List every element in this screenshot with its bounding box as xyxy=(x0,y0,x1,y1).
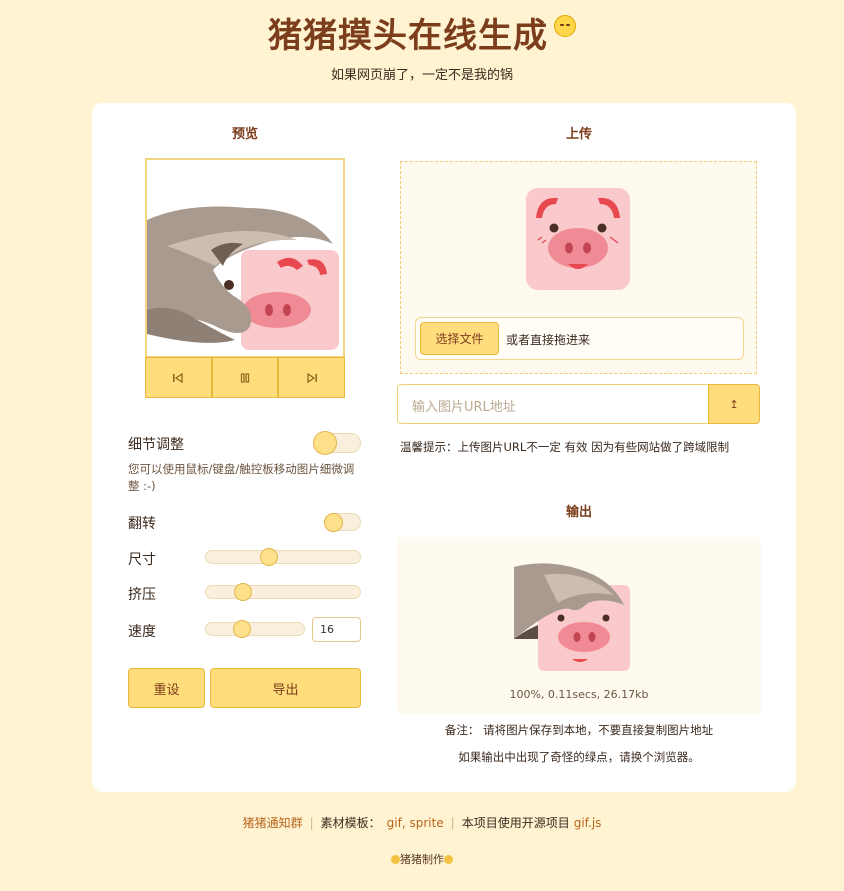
preview-title: 预览 xyxy=(231,127,258,142)
credit-text: 猪猪制作 xyxy=(400,853,444,866)
detail-adjust-hint: 您可以使用鼠标/键盘/触控板移动图片细微调整 :-) xyxy=(128,462,355,493)
footer-credit: 猪猪制作 xyxy=(0,851,844,867)
playback-controls xyxy=(145,357,346,398)
opensource-label: 本项目使用开源项目 xyxy=(461,816,570,830)
upload-icon: ↥ xyxy=(729,397,739,411)
url-upload-button[interactable]: ↥ xyxy=(708,384,760,424)
slider-knob xyxy=(260,548,279,566)
template-links[interactable]: gif, sprite xyxy=(387,816,444,830)
gifjs-link[interactable]: gif.js xyxy=(574,816,602,830)
pig-preview-image xyxy=(147,206,339,350)
size-label: 尺寸 xyxy=(128,552,156,568)
detail-adjust-toggle[interactable] xyxy=(313,431,361,455)
squeeze-slider[interactable] xyxy=(205,583,361,601)
file-chooser-row: 选择文件 或者直接拖进来 xyxy=(415,317,744,360)
slider-knob xyxy=(233,620,252,638)
footer-separator: | xyxy=(309,816,314,830)
output-panel: 100%, 0.11secs, 26.17kb xyxy=(397,537,761,714)
upload-tip: 温馨提示：上传图片URL不一定 有效 因为有些网站做了跨域限制 xyxy=(400,440,730,454)
flip-label: 翻转 xyxy=(128,516,156,532)
pause-icon xyxy=(240,372,250,383)
reset-button[interactable]: 重设 xyxy=(128,668,205,708)
toggle-knob xyxy=(313,431,337,455)
output-info: 100%, 0.11secs, 26.17kb xyxy=(509,688,649,701)
pig-upload-image xyxy=(526,188,630,290)
upload-drop-zone[interactable]: 选择文件 或者直接拖进来 xyxy=(400,161,757,374)
output-note-browser: 如果输出中出现了奇怪的绿点，请换个浏览器。 xyxy=(458,750,700,764)
toggle-knob xyxy=(324,513,343,532)
notify-group-link[interactable]: 猪猪通知群 xyxy=(243,816,303,830)
speed-input[interactable]: 16 xyxy=(312,617,361,642)
footer-separator: | xyxy=(450,816,455,830)
image-url-input[interactable]: 输入图片URL地址 xyxy=(397,384,709,424)
speed-slider[interactable] xyxy=(205,620,305,638)
pause-button[interactable] xyxy=(211,357,279,398)
choose-file-button[interactable]: 选择文件 xyxy=(420,322,499,355)
output-gif-image[interactable] xyxy=(514,555,630,671)
upload-title: 上传 xyxy=(565,127,592,142)
footer-links: 猪猪通知群 | 素材模板： gif, sprite | 本项目使用开源项目 gif.js xyxy=(0,814,844,831)
page-title: 猪猪摸头在线生成 xyxy=(0,8,844,57)
flip-toggle[interactable] xyxy=(324,513,361,532)
clap-hand-icon xyxy=(391,855,400,864)
output-title: 输出 xyxy=(565,505,592,520)
preview-canvas[interactable] xyxy=(145,158,345,358)
squeeze-label: 挤压 xyxy=(128,587,156,603)
drag-hint: 或者直接拖进来 xyxy=(506,333,591,347)
skip-forward-icon xyxy=(307,372,317,383)
speed-label: 速度 xyxy=(128,624,156,640)
clap-hand-icon xyxy=(444,855,453,864)
next-frame-button[interactable] xyxy=(278,357,346,398)
export-button[interactable]: 导出 xyxy=(210,668,361,708)
page-title-text: 猪猪摸头在线生成 xyxy=(268,16,548,56)
output-note: 备注： 请将图片保存到本地，不要直接复制图片地址 xyxy=(444,723,714,737)
detail-adjust-label: 细节调整 xyxy=(128,437,184,453)
size-slider[interactable] xyxy=(205,548,361,566)
skip-back-icon xyxy=(173,372,183,383)
slider-knob xyxy=(233,583,252,601)
smile-emoji-icon xyxy=(554,15,576,37)
prev-frame-button[interactable] xyxy=(145,357,212,398)
main-card: 预览 细节调整 您可以使用鼠标/键盘/触控板移动图片细微调整 :-) 翻转 尺寸… xyxy=(92,103,796,792)
page-subtitle: 如果网页崩了，一定不是我的锅 xyxy=(330,68,513,83)
template-label: 素材模板： xyxy=(320,816,381,830)
